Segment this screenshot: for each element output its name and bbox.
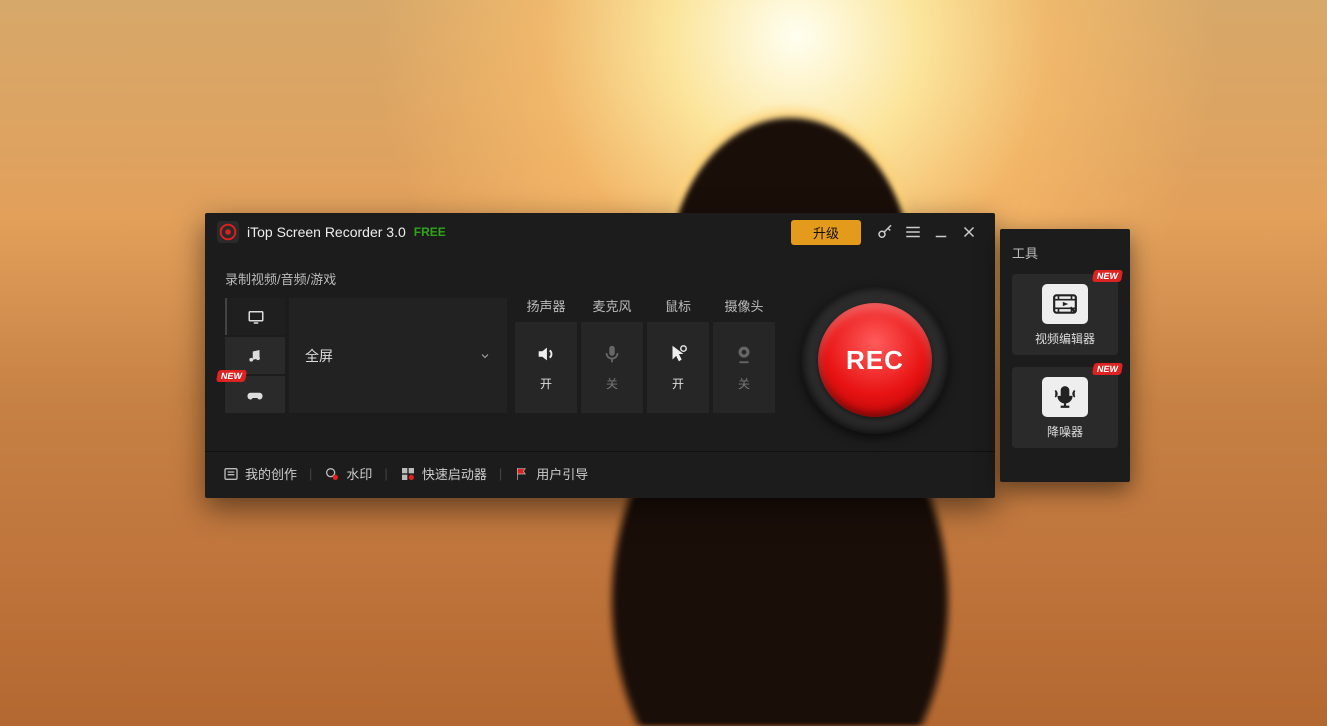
footer-watermark[interactable]: 水印: [324, 464, 372, 483]
source-tab-game[interactable]: NEW: [225, 376, 285, 413]
footer-divider: |: [380, 466, 391, 481]
footer-guide-label: 用户引导: [536, 464, 588, 483]
record-button[interactable]: REC: [801, 286, 949, 434]
webcam-icon: [733, 343, 755, 365]
close-icon[interactable]: [955, 218, 983, 246]
tool-video-editor-label: 视频编辑器: [1035, 330, 1095, 347]
minimize-icon[interactable]: [927, 218, 955, 246]
microphone-icon: [601, 343, 623, 365]
list-icon: [223, 466, 239, 482]
free-badge: FREE: [414, 225, 446, 239]
footer-guide[interactable]: 用户引导: [514, 464, 588, 483]
flag-icon: [514, 466, 530, 482]
footer-my-creations[interactable]: 我的创作: [223, 464, 297, 483]
source-section: 录制视频/音频/游戏 NEW 全屏: [225, 269, 775, 451]
mic-state: 关: [606, 375, 618, 392]
source-tab-screen[interactable]: [225, 298, 285, 335]
main-body: 录制视频/音频/游戏 NEW 全屏: [205, 251, 995, 451]
key-icon[interactable]: [871, 218, 899, 246]
denoiser-icon: [1042, 377, 1088, 417]
toggle-group: 扬声器 开 麦克风 关 鼠标: [515, 298, 775, 413]
main-window: iTop Screen Recorder 3.0 FREE 升级 录制视频/音频…: [205, 213, 995, 498]
upgrade-button[interactable]: 升级: [791, 220, 861, 245]
app-title: iTop Screen Recorder 3.0: [247, 224, 406, 240]
footer-my-creations-label: 我的创作: [245, 464, 297, 483]
mouse-state: 开: [672, 375, 684, 392]
launcher-icon: [400, 466, 416, 482]
tool-video-editor[interactable]: NEW 视频编辑器: [1012, 274, 1118, 355]
new-badge: NEW: [1092, 270, 1123, 282]
watermark-icon: [324, 466, 340, 482]
new-badge: NEW: [1092, 363, 1123, 375]
mic-label: 麦克风: [592, 298, 631, 322]
camera-label: 摄像头: [724, 298, 763, 322]
footer-launcher[interactable]: 快速启动器: [400, 464, 487, 483]
speaker-state: 开: [540, 375, 552, 392]
menu-icon[interactable]: [899, 218, 927, 246]
source-select[interactable]: 全屏: [289, 298, 507, 413]
record-area: REC: [775, 269, 975, 451]
chevron-down-icon: [479, 350, 491, 362]
camera-toggle[interactable]: 关: [713, 322, 775, 413]
footer-divider: |: [495, 466, 506, 481]
source-section-label: 录制视频/音频/游戏: [225, 269, 775, 288]
footer-launcher-label: 快速启动器: [422, 464, 487, 483]
tool-denoiser[interactable]: NEW 降噪器: [1012, 367, 1118, 448]
source-select-value: 全屏: [305, 346, 333, 366]
titlebar: iTop Screen Recorder 3.0 FREE 升级: [205, 213, 995, 251]
app-logo-icon: [217, 221, 239, 243]
camera-state: 关: [738, 375, 750, 392]
tools-panel-title: 工具: [1012, 243, 1118, 262]
footer-bar: 我的创作 | 水印 | 快速启动器 | 用户引导: [205, 451, 995, 495]
new-badge: NEW: [216, 370, 247, 382]
source-tabs: NEW: [225, 298, 285, 413]
source-tab-audio[interactable]: [225, 337, 285, 374]
cursor-icon: [667, 343, 689, 365]
speaker-toggle[interactable]: 开: [515, 322, 577, 413]
mouse-toggle[interactable]: 开: [647, 322, 709, 413]
record-button-label: REC: [818, 303, 932, 417]
mouse-label: 鼠标: [665, 298, 691, 322]
footer-divider: |: [305, 466, 316, 481]
footer-watermark-label: 水印: [346, 464, 372, 483]
video-editor-icon: [1042, 284, 1088, 324]
speaker-icon: [535, 343, 557, 365]
tools-panel: 工具 NEW 视频编辑器 NEW 降噪器: [1000, 229, 1130, 482]
speaker-label: 扬声器: [526, 298, 565, 322]
tool-denoiser-label: 降噪器: [1047, 423, 1083, 440]
mic-toggle[interactable]: 关: [581, 322, 643, 413]
